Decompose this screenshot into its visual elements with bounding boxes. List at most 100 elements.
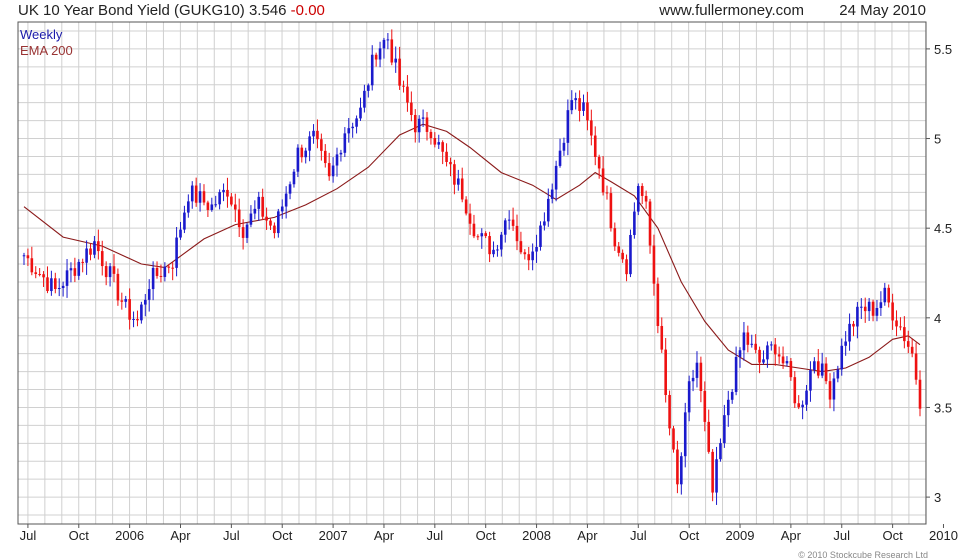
- candle: [257, 191, 261, 221]
- candle: [327, 152, 331, 181]
- bond-yield-chart: Jul Oct 2006 Apr Jul Oct 2007 Apr Jul Oct 2008 Apr J…: [17, 21, 958, 543]
- candle: [22, 252, 26, 266]
- candle: [464, 196, 468, 216]
- candle: [468, 203, 472, 235]
- candle: [410, 91, 413, 122]
- candle: [707, 409, 711, 454]
- candle: [343, 127, 347, 158]
- candle: [367, 83, 370, 98]
- candle: [233, 193, 237, 223]
- candle: [496, 244, 499, 257]
- candle: [762, 350, 765, 365]
- ema-200-path: [23, 123, 921, 373]
- candle: [832, 372, 836, 412]
- candle: [492, 241, 495, 258]
- y-axis: 3 3.5 4 4.5 5 5.5: [926, 42, 952, 505]
- candle: [331, 157, 335, 183]
- copyright: © 2010 Stockcube Research Ltd: [798, 550, 928, 560]
- y-tick-label: 5.5: [934, 42, 952, 57]
- candle: [605, 185, 609, 200]
- candle: [34, 266, 38, 279]
- candle: [65, 259, 69, 298]
- y-tick-label: 3.5: [934, 400, 952, 415]
- candle: [629, 229, 632, 278]
- candle: [460, 167, 464, 203]
- candle: [574, 92, 577, 110]
- candle: [386, 32, 390, 50]
- candle: [613, 222, 617, 251]
- candle: [50, 270, 53, 296]
- candle: [355, 115, 358, 134]
- candle: [433, 132, 437, 148]
- candle: [273, 222, 276, 239]
- candle: [820, 352, 824, 379]
- candle: [81, 258, 84, 273]
- candle: [390, 29, 394, 66]
- candle: [785, 356, 789, 367]
- candle: [136, 310, 139, 327]
- candle: [108, 263, 112, 287]
- candle: [171, 262, 174, 281]
- candle: [429, 129, 433, 145]
- candle: [680, 452, 683, 495]
- candle: [484, 231, 487, 239]
- candle: [797, 395, 801, 410]
- candle: [77, 259, 81, 280]
- candle: [695, 351, 699, 388]
- candle: [378, 41, 382, 68]
- candle: [633, 202, 636, 239]
- candle: [175, 226, 178, 277]
- candle: [453, 159, 456, 195]
- candle: [566, 99, 570, 156]
- candle: [97, 229, 100, 260]
- candle: [617, 242, 621, 257]
- candle: [836, 365, 840, 383]
- candle: [437, 134, 441, 149]
- candle: [382, 37, 386, 59]
- x-tick-label: Oct: [882, 528, 903, 543]
- candle: [578, 90, 581, 122]
- x-tick-label: Apr: [170, 528, 191, 543]
- candle: [746, 325, 750, 353]
- candle: [304, 147, 308, 164]
- y-tick-label: 4.5: [934, 221, 952, 236]
- candle: [531, 243, 534, 271]
- candle: [656, 277, 660, 334]
- candle: [46, 266, 49, 294]
- candle: [237, 198, 241, 238]
- candle: [147, 279, 151, 312]
- candle: [750, 334, 754, 348]
- candle: [644, 190, 648, 209]
- candle: [394, 46, 398, 73]
- candle: [476, 234, 480, 241]
- candle: [151, 261, 155, 301]
- candle: [54, 272, 57, 294]
- candle: [660, 317, 664, 353]
- candle: [828, 373, 832, 409]
- x-tick-label: Jul: [223, 528, 240, 543]
- candle: [636, 183, 640, 216]
- candle: [777, 346, 781, 364]
- candle: [527, 246, 531, 271]
- y-tick-label: 3: [934, 490, 941, 505]
- candle: [824, 357, 828, 385]
- candle: [519, 231, 523, 255]
- candle: [413, 109, 417, 143]
- candle: [218, 189, 221, 210]
- candle: [852, 321, 855, 337]
- x-tick-label: Apr: [781, 528, 802, 543]
- candle: [640, 183, 644, 205]
- candle: [515, 214, 519, 251]
- candle: [895, 310, 898, 337]
- candle: [668, 390, 671, 436]
- candle: [323, 144, 327, 168]
- candle: [406, 75, 409, 112]
- candle: [621, 249, 624, 263]
- candle: [253, 200, 257, 220]
- candle: [140, 301, 143, 324]
- x-tick-label: Jul: [427, 528, 444, 543]
- candle: [73, 257, 77, 283]
- candle: [402, 80, 405, 93]
- candle: [132, 311, 135, 328]
- candle: [488, 231, 491, 263]
